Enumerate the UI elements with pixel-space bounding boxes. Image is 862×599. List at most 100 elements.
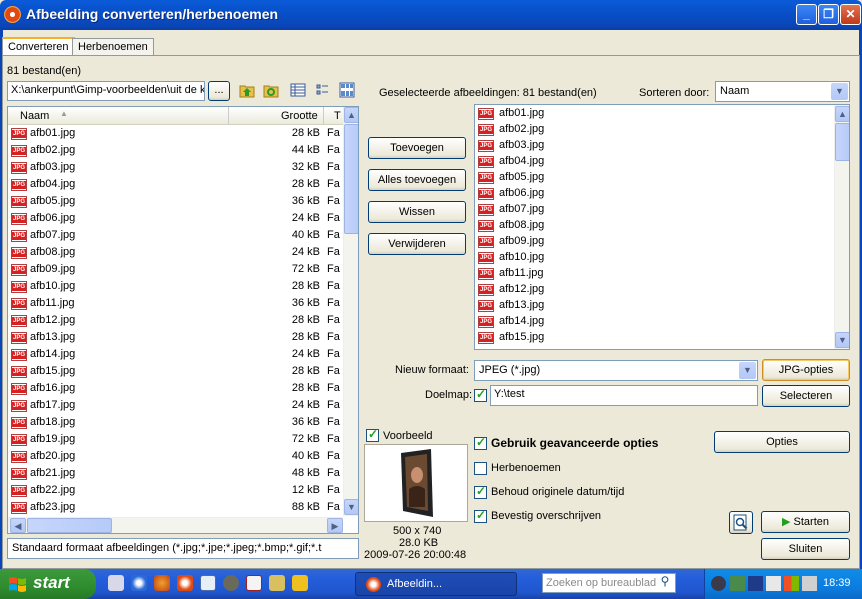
start-button[interactable]: ▶ Starten (761, 511, 850, 533)
table-row[interactable]: afb02.jpg 44 kB Fa (8, 142, 358, 159)
advanced-checkbox[interactable] (474, 435, 487, 450)
table-row[interactable]: afb08.jpg 24 kB Fa (8, 244, 358, 261)
firefox-icon[interactable] (154, 575, 170, 591)
scroll-right-icon[interactable]: ▶ (327, 518, 343, 533)
selected-list[interactable]: afb01.jpg afb02.jpg afb03.jpg afb04.jpg afb0… (474, 104, 850, 350)
photo-viewer-icon[interactable] (269, 575, 285, 591)
list-item[interactable]: afb14.jpg (475, 314, 849, 330)
destination-checkbox[interactable] (474, 387, 487, 402)
gimp-icon[interactable] (223, 575, 239, 591)
chevron-down-icon[interactable]: ▼ (831, 83, 848, 100)
start-menu-button[interactable]: start (0, 569, 96, 599)
preview-checkbox[interactable] (366, 427, 379, 442)
table-row[interactable]: afb07.jpg 40 kB Fa (8, 227, 358, 244)
list-item[interactable]: afb13.jpg (475, 298, 849, 314)
converter-quicklaunch-icon[interactable] (177, 575, 193, 591)
table-row[interactable]: afb15.jpg 28 kB Fa (8, 363, 358, 380)
details-view-icon[interactable] (290, 82, 306, 98)
title-bar[interactable]: Afbeelding converteren/herbenoemen _ ❐ ✕ (0, 0, 862, 30)
table-row[interactable]: afb04.jpg 28 kB Fa (8, 176, 358, 193)
table-row[interactable]: afb05.jpg 36 kB Fa (8, 193, 358, 210)
list-item[interactable]: afb07.jpg (475, 202, 849, 218)
quicklaunch-settings-icon[interactable] (108, 575, 124, 591)
usb-icon[interactable] (766, 576, 781, 591)
left-vertical-scrollbar[interactable]: ▲ ▼ (343, 107, 358, 516)
sort-select[interactable]: Naam ▼ (715, 81, 850, 102)
table-row[interactable]: afb12.jpg 28 kB Fa (8, 312, 358, 329)
tab-herbenoemen[interactable]: Herbenoemen (72, 38, 154, 56)
folder-up-icon[interactable] (239, 82, 255, 98)
path-input[interactable]: X:\ankerpunt\Gimp-voorbeelden\uit de k (7, 81, 205, 101)
close-button[interactable]: ✕ (840, 4, 861, 25)
add-all-button[interactable]: Alles toevoegen (368, 169, 466, 191)
table-row[interactable]: afb14.jpg 24 kB Fa (8, 346, 358, 363)
list-item[interactable]: afb09.jpg (475, 234, 849, 250)
left-horizontal-scrollbar[interactable]: ◀ ▶ (8, 517, 343, 533)
scroll-thumb[interactable] (835, 123, 849, 161)
column-name[interactable]: Naam (20, 110, 49, 122)
list-item[interactable]: afb15.jpg (475, 330, 849, 346)
minimize-button[interactable]: _ (796, 4, 817, 25)
preview-zoom-button[interactable] (729, 511, 753, 534)
list-view-icon[interactable] (315, 82, 331, 98)
folder-icon[interactable] (292, 575, 308, 591)
column-size[interactable]: Grootte (281, 110, 318, 122)
table-row[interactable]: afb09.jpg 72 kB Fa (8, 261, 358, 278)
keep-date-checkbox[interactable] (474, 484, 487, 499)
rename-checkbox[interactable] (474, 462, 487, 475)
list-item[interactable]: afb04.jpg (475, 154, 849, 170)
table-row[interactable]: afb16.jpg 28 kB Fa (8, 380, 358, 397)
paint-icon[interactable] (246, 575, 262, 591)
thumbnail-view-icon[interactable] (339, 82, 355, 98)
table-row[interactable]: afb20.jpg 40 kB Fa (8, 448, 358, 465)
document-icon[interactable] (200, 575, 216, 591)
remove-button[interactable]: Verwijderen (368, 233, 466, 255)
list-item[interactable]: afb05.jpg (475, 170, 849, 186)
column-type[interactable]: T (334, 110, 341, 122)
table-row[interactable]: afb22.jpg 12 kB Fa (8, 482, 358, 499)
table-row[interactable]: afb01.jpg 28 kB Fa (8, 125, 358, 142)
table-row[interactable]: afb19.jpg 72 kB Fa (8, 431, 358, 448)
scroll-left-icon[interactable]: ◀ (10, 518, 26, 533)
filter-select[interactable]: Standaard formaat afbeeldingen (*.jpg;*.… (7, 538, 359, 559)
file-list[interactable]: Naam ▲ Grootte T afb01.jpg28 kBFaafb02.j… (7, 106, 359, 534)
confirm-overwrite-checkbox[interactable] (474, 508, 487, 523)
list-item[interactable]: afb03.jpg (475, 138, 849, 154)
destination-input[interactable]: Y:\test (490, 385, 758, 406)
table-row[interactable]: afb03.jpg 32 kB Fa (8, 159, 358, 176)
search-icon[interactable]: ⚲ (656, 574, 674, 592)
list-item[interactable]: afb10.jpg (475, 250, 849, 266)
table-row[interactable]: afb06.jpg 24 kB Fa (8, 210, 358, 227)
windows-update-icon[interactable] (784, 576, 799, 591)
add-button[interactable]: Toevoegen (368, 137, 466, 159)
list-item[interactable]: afb01.jpg (475, 106, 849, 122)
scroll-down-icon[interactable]: ▼ (835, 332, 849, 348)
list-item[interactable]: afb12.jpg (475, 282, 849, 298)
jpg-options-button[interactable]: JPG-opties (762, 359, 850, 381)
list-item[interactable]: afb06.jpg (475, 186, 849, 202)
refresh-folder-icon[interactable] (263, 82, 279, 98)
options-button[interactable]: Opties (714, 431, 850, 453)
scroll-thumb[interactable] (344, 124, 358, 234)
volume-icon[interactable] (802, 576, 817, 591)
scroll-down-icon[interactable]: ▼ (344, 499, 358, 515)
select-folder-button[interactable]: Selecteren (762, 385, 850, 407)
list-item[interactable]: afb11.jpg (475, 266, 849, 282)
table-row[interactable]: afb17.jpg 24 kB Fa (8, 397, 358, 414)
table-row[interactable]: afb18.jpg 36 kB Fa (8, 414, 358, 431)
chevron-down-icon[interactable]: ▼ (739, 362, 756, 379)
table-row[interactable]: afb10.jpg 28 kB Fa (8, 278, 358, 295)
scroll-up-icon[interactable]: ▲ (835, 106, 849, 122)
table-row[interactable]: afb21.jpg 48 kB Fa (8, 465, 358, 482)
taskbar-task-button[interactable]: Afbeeldin... (355, 572, 517, 596)
list-item[interactable]: afb02.jpg (475, 122, 849, 138)
format-select[interactable]: JPEG (*.jpg) ▼ (474, 360, 758, 381)
internet-explorer-icon[interactable] (131, 575, 147, 591)
monitor-icon[interactable] (748, 576, 763, 591)
tray-app-icon[interactable] (730, 576, 745, 591)
table-row[interactable]: afb11.jpg 36 kB Fa (8, 295, 358, 312)
maximize-button[interactable]: ❐ (818, 4, 839, 25)
close-dialog-button[interactable]: Sluiten (761, 538, 850, 560)
right-vertical-scrollbar[interactable]: ▲ ▼ (834, 105, 849, 349)
list-item[interactable]: afb08.jpg (475, 218, 849, 234)
